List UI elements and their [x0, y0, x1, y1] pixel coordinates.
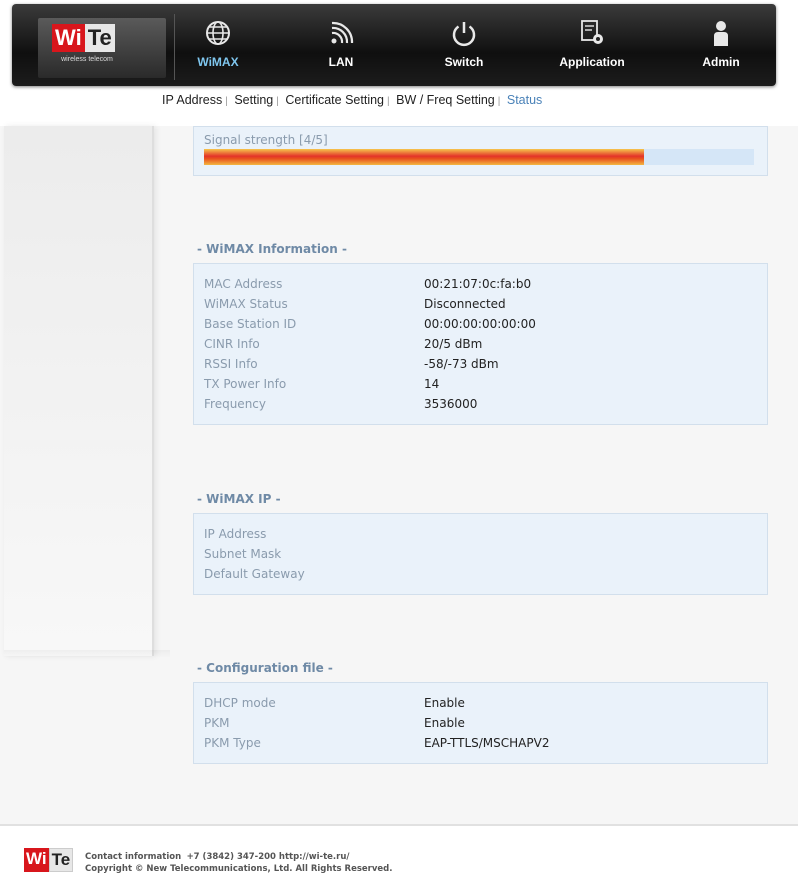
- ip-key: IP Address: [204, 527, 267, 541]
- footer-divider: [0, 824, 798, 826]
- info-value: -58/-73 dBm: [424, 357, 499, 371]
- globe-icon: [206, 21, 230, 45]
- footer-logo-te: Te: [48, 848, 74, 872]
- contact-value: +7 (3842) 347-200 http://wi-te.ru/: [186, 852, 350, 862]
- subnav-bw-freq-setting[interactable]: BW / Freq Setting: [396, 93, 495, 107]
- info-key: CINR Info: [204, 337, 260, 351]
- ip-key: Subnet Mask: [204, 547, 282, 561]
- signal-strength-bar: [204, 149, 754, 165]
- wireless-signal-icon: [331, 21, 354, 44]
- info-key: Frequency: [204, 397, 266, 411]
- nav-application-label: Application: [559, 55, 625, 69]
- nav-admin[interactable]: Admin: [666, 4, 776, 86]
- info-key: Base Station ID: [204, 317, 297, 331]
- nav-switch-label: Switch: [444, 55, 484, 69]
- subnav-status[interactable]: Status: [507, 93, 542, 107]
- footer-logo: Wi Te: [24, 848, 74, 872]
- info-value: 00:00:00:00:00:00: [424, 317, 536, 331]
- nav-lan[interactable]: LAN: [286, 4, 396, 86]
- nav-switch[interactable]: Switch: [409, 4, 519, 86]
- wite-logo: Wi Te: [52, 24, 115, 52]
- subnav-separator: |: [225, 96, 228, 107]
- wimax-information-panel: MAC Address 00:21:07:0c:fa:b0 WiMAX Statu…: [193, 263, 768, 425]
- signal-strength-label: Signal strength [4/5]: [204, 133, 328, 147]
- contact-label: Contact information: [85, 852, 182, 862]
- signal-strength-fill: [204, 149, 644, 165]
- info-value: 20/5 dBm: [424, 337, 483, 351]
- wimax-information-title: - WiMAX Information -: [197, 242, 347, 256]
- info-value: 00:21:07:0c:fa:b0: [424, 277, 532, 291]
- ip-key: Default Gateway: [204, 567, 305, 581]
- nav-admin-label: Admin: [702, 55, 740, 69]
- info-value: Disconnected: [424, 297, 506, 311]
- copyright-text: Copyright © New Telecommunications, Ltd.…: [85, 864, 393, 874]
- logo-wi: Wi: [52, 24, 85, 52]
- subnav-separator: |: [276, 96, 279, 107]
- footer-info: Contact information +7 (3842) 347-200 ht…: [85, 851, 392, 875]
- logo-te: Te: [84, 24, 115, 52]
- left-sidebar: [4, 126, 170, 658]
- nav-lan-label: LAN: [328, 55, 354, 69]
- nav-wimax[interactable]: WiMAX: [163, 4, 273, 86]
- logo-subtitle: wireless telecom: [61, 56, 113, 63]
- info-key: RSSI Info: [204, 357, 258, 371]
- subnav-setting[interactable]: Setting: [234, 93, 273, 107]
- config-key: PKM: [204, 716, 230, 730]
- footer-logo-wi: Wi: [24, 848, 49, 872]
- sub-navigation: IP Address | Setting | Certificate Setting…: [162, 93, 542, 107]
- config-value: EAP-TTLS/MSCHAPV2: [424, 736, 550, 750]
- user-icon: [714, 21, 728, 46]
- info-value: 3536000: [424, 397, 478, 411]
- application-gear-icon: [581, 20, 603, 44]
- configuration-file-panel: DHCP mode Enable PKM Enable PKM Type EAP-TT…: [193, 682, 768, 764]
- info-key: WiMAX Status: [204, 297, 288, 311]
- config-key: DHCP mode: [204, 696, 276, 710]
- wimax-ip-title: - WiMAX IP -: [197, 492, 281, 506]
- config-value: Enable: [424, 716, 465, 730]
- info-value: 14: [424, 377, 440, 391]
- subnav-separator: |: [497, 96, 501, 107]
- info-key: MAC Address: [204, 277, 283, 291]
- signal-strength-panel: Signal strength [4/5]: [193, 126, 768, 176]
- configuration-file-title: - Configuration file -: [197, 661, 333, 675]
- power-icon: [452, 22, 476, 47]
- subnav-certificate-setting[interactable]: Certificate Setting: [285, 93, 384, 107]
- nav-application[interactable]: Application: [537, 4, 647, 86]
- subnav-separator: |: [387, 96, 390, 107]
- config-value: Enable: [424, 696, 465, 710]
- config-key: PKM Type: [204, 736, 261, 750]
- top-navigation-bar: WiMAX LAN Switch Application Admin: [12, 4, 776, 86]
- info-key: TX Power Info: [204, 377, 287, 391]
- subnav-ip-address[interactable]: IP Address: [162, 93, 222, 107]
- wimax-ip-panel: IP Address Subnet Mask Default Gateway: [193, 513, 768, 595]
- nav-wimax-label: WiMAX: [197, 55, 239, 69]
